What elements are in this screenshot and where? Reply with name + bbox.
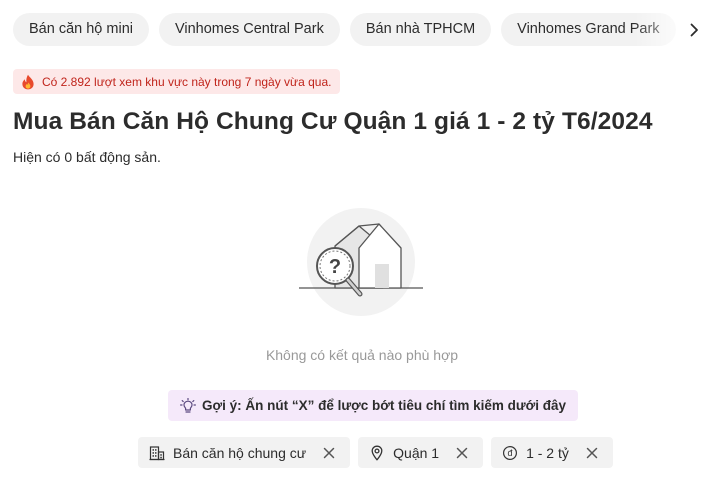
- page-title: Mua Bán Căn Hộ Chung Cư Quận 1 giá 1 - 2…: [13, 108, 653, 135]
- views-notice: Có 2.892 lượt xem khu vực này trong 7 ng…: [13, 69, 341, 94]
- chips-next-button[interactable]: [677, 13, 710, 46]
- fire-icon: [21, 74, 35, 90]
- chip-vinhomes-central-park[interactable]: Vinhomes Central Park: [158, 13, 340, 46]
- empty-message: Không có kết quả nào phù hợp: [265, 347, 459, 363]
- filter-label-price: 1 - 2 tỷ: [526, 444, 569, 461]
- location-pin-icon: [369, 445, 385, 461]
- suggestion-chips: Bán căn hộ mini Vinhomes Central Park Bá…: [13, 13, 724, 46]
- remove-price-filter-button[interactable]: [583, 444, 601, 462]
- chip-ban-can-ho-mini[interactable]: Bán căn hộ mini: [13, 13, 149, 46]
- notice-text: Có 2.892 lượt xem khu vực này trong 7 ng…: [42, 74, 332, 89]
- hint-box: Gợi ý: Ấn nút “X” để lược bớt tiêu chí t…: [168, 390, 578, 421]
- price-icon: đ: [502, 445, 518, 461]
- chip-vinhomes-grand-park[interactable]: Vinhomes Grand Park: [501, 13, 676, 46]
- close-icon: [586, 447, 598, 458]
- remove-location-filter-button[interactable]: [453, 444, 471, 462]
- chip-ban-nha-tphcm[interactable]: Bán nhà TPHCM: [349, 13, 492, 46]
- close-icon: [456, 447, 468, 458]
- remove-property-type-filter-button[interactable]: [320, 444, 338, 462]
- building-icon: [149, 445, 165, 461]
- result-count: Hiện có 0 bất động sản.: [13, 149, 161, 165]
- lightbulb-icon: [180, 397, 196, 414]
- chevron-right-icon: [687, 23, 701, 37]
- svg-text:đ: đ: [508, 448, 513, 458]
- svg-text:?: ?: [329, 256, 341, 278]
- filter-tag-property-type: Bán căn hộ chung cư: [138, 437, 351, 468]
- active-filters: Bán căn hộ chung cư Quận 1 đ 1 - 2 tỷ: [138, 437, 613, 468]
- filter-label-location: Quận 1: [393, 444, 440, 461]
- filter-tag-price: đ 1 - 2 tỷ: [491, 437, 613, 468]
- house-magnifier-question-icon: ?: [297, 208, 425, 320]
- filter-tag-location: Quận 1: [358, 437, 484, 468]
- filter-label-property-type: Bán căn hộ chung cư: [173, 444, 307, 461]
- hint-text: Gợi ý: Ấn nút “X” để lược bớt tiêu chí t…: [202, 398, 566, 413]
- close-icon: [323, 447, 335, 458]
